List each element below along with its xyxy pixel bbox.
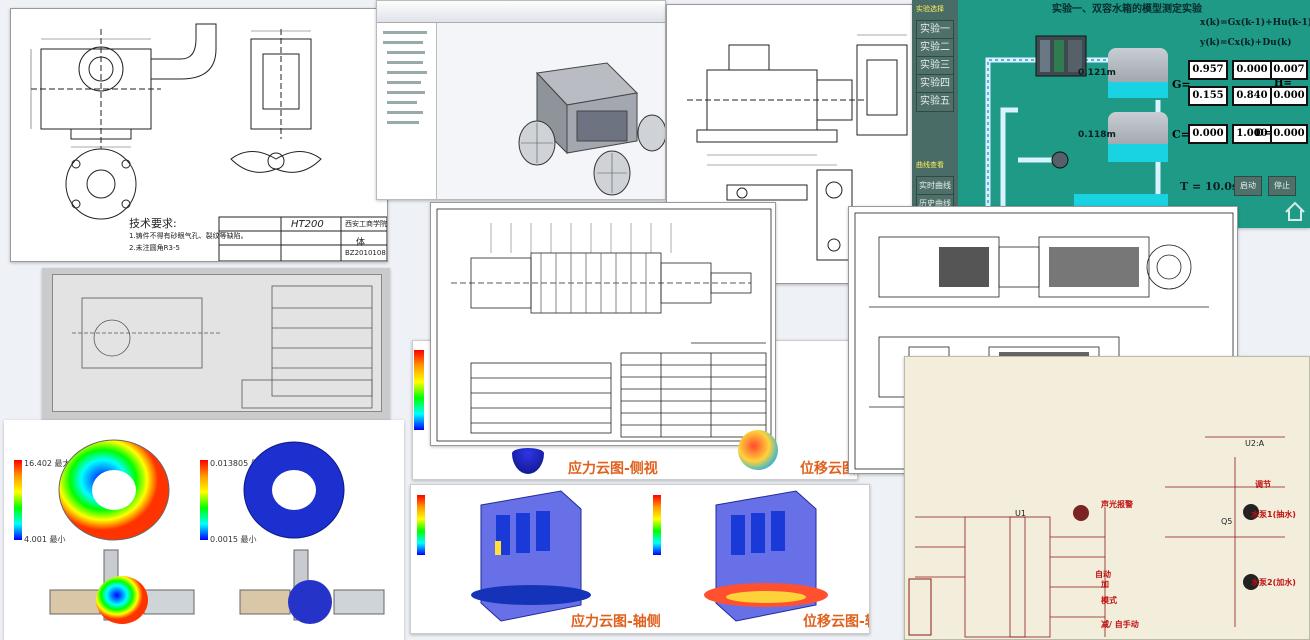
gear-fea-panel[interactable]: 16.402 最大 4.001 最小 0.013805 最大 0.0015 最小 bbox=[4, 420, 404, 640]
drawing-a-panel[interactable]: 技术要求: 1.铸件不得有砂眼气孔、裂纹等缺陷。 2.未注圆角R3-5 HT20… bbox=[10, 8, 388, 262]
cad-toolbar[interactable] bbox=[377, 1, 665, 23]
circuit-manual-label: 减/ 自手动 bbox=[1101, 620, 1139, 629]
title-block-sheet: 体 bbox=[356, 238, 366, 248]
scada-eq1: x(k)=Gx(k-1)+Hu(k-1) bbox=[1200, 18, 1310, 28]
circuit-mode-label: 模式 bbox=[1101, 596, 1117, 605]
title-block-code: BZ2010108 bbox=[345, 249, 386, 257]
circuit-chip-label: U1 bbox=[1015, 509, 1026, 518]
tech-req-title: 技术要求: bbox=[129, 217, 177, 230]
h2: 0.000 bbox=[1270, 86, 1308, 106]
tank-upper bbox=[1108, 48, 1168, 98]
tank-lower-water bbox=[1108, 144, 1168, 162]
cad-feature-tree[interactable] bbox=[377, 23, 437, 199]
circuit-add-label: 加 bbox=[1101, 580, 1109, 589]
d1: 0.000 bbox=[1270, 124, 1308, 144]
tech-req-note2: 2.未注圆角R3-5 bbox=[129, 244, 180, 252]
paper-lines bbox=[72, 285, 373, 409]
title-block-material: HT200 bbox=[291, 219, 324, 230]
drawing-a-lines bbox=[30, 23, 387, 261]
menu-item-exp3[interactable]: 实验三 bbox=[916, 56, 954, 76]
menu-item-exp2[interactable]: 实验二 bbox=[916, 38, 954, 58]
pump-drawing-panel[interactable] bbox=[430, 202, 776, 446]
menu-item-exp4[interactable]: 实验四 bbox=[916, 74, 954, 94]
start-button[interactable]: 启动 bbox=[1234, 176, 1262, 196]
circuit-q5-label: Q5 bbox=[1221, 517, 1233, 526]
curve-realtime[interactable]: 实时曲线 bbox=[916, 176, 954, 196]
menu-item-exp5[interactable]: 实验五 bbox=[916, 92, 954, 112]
gear-renders bbox=[49, 439, 385, 624]
pump-drawing-lines bbox=[436, 208, 772, 442]
menu-item-exp1[interactable]: 实验一 bbox=[916, 20, 954, 40]
circuit-panel[interactable]: U1 声光报警 水泵1(抽水) 水泵2(加水) 自动 模式 减/ 自手动 调节 … bbox=[904, 356, 1310, 640]
circuit-adjust-label: 调节 bbox=[1255, 480, 1271, 489]
tank-upper-water bbox=[1108, 82, 1168, 98]
scada-menu-header: 实验选择 bbox=[916, 5, 944, 13]
circuit-alarm-label: 声光报警 bbox=[1101, 500, 1133, 509]
title-block-school: 西安工商学院 bbox=[345, 220, 387, 228]
tech-req-note1: 1.铸件不得有砂眼气孔、裂纹等缺陷。 bbox=[129, 232, 248, 240]
caption-stress-axis: 应力云图-轴侧 bbox=[571, 614, 661, 630]
level1-label: 0.121m bbox=[1078, 68, 1116, 78]
scada-curve-header: 曲线查看 bbox=[916, 161, 944, 169]
h1: 0.007 bbox=[1270, 60, 1308, 80]
scada-panel[interactable]: 实验选择 实验一 实验二 实验三 实验四 实验五 曲线查看 实时曲线 历史曲线 … bbox=[912, 0, 1310, 228]
feature-tree-lines bbox=[383, 31, 427, 124]
robot-model bbox=[518, 62, 665, 196]
engine-fea-panel[interactable]: 应力云图-轴侧 位移云图-轴侧 bbox=[410, 484, 870, 634]
caption-disp-axis: 位移云图-轴侧 bbox=[803, 614, 869, 630]
circuit-u2a-label: U2:A bbox=[1245, 439, 1265, 448]
g22: 0.840 bbox=[1232, 86, 1272, 106]
fea-disp-blob bbox=[738, 430, 778, 470]
c1: 0.000 bbox=[1188, 124, 1228, 144]
caption-stress-side: 应力云图-侧视 bbox=[568, 461, 658, 477]
circuit-pump1-label: 水泵1(抽水) bbox=[1251, 510, 1296, 519]
scada-eq2: y(k)=Cx(k)+Du(k) bbox=[1200, 38, 1292, 48]
circuit-pump2-label: 水泵2(加水) bbox=[1251, 578, 1296, 587]
time-readout: T = 10.0s bbox=[1180, 180, 1239, 193]
fea-side-legend bbox=[414, 350, 424, 430]
g11: 0.957 bbox=[1188, 60, 1228, 80]
stop-button[interactable]: 停止 bbox=[1268, 176, 1296, 196]
paper-photo-panel[interactable] bbox=[42, 268, 390, 422]
cad-3d-panel[interactable] bbox=[376, 0, 666, 200]
g12: 0.000 bbox=[1232, 60, 1272, 80]
g21: 0.155 bbox=[1188, 86, 1228, 106]
fea-side-blob bbox=[512, 448, 544, 474]
pump-icon bbox=[1051, 151, 1069, 169]
tank-lower bbox=[1108, 112, 1168, 162]
home-icon[interactable] bbox=[1284, 200, 1306, 222]
level2-label: 0.118m bbox=[1078, 130, 1116, 140]
